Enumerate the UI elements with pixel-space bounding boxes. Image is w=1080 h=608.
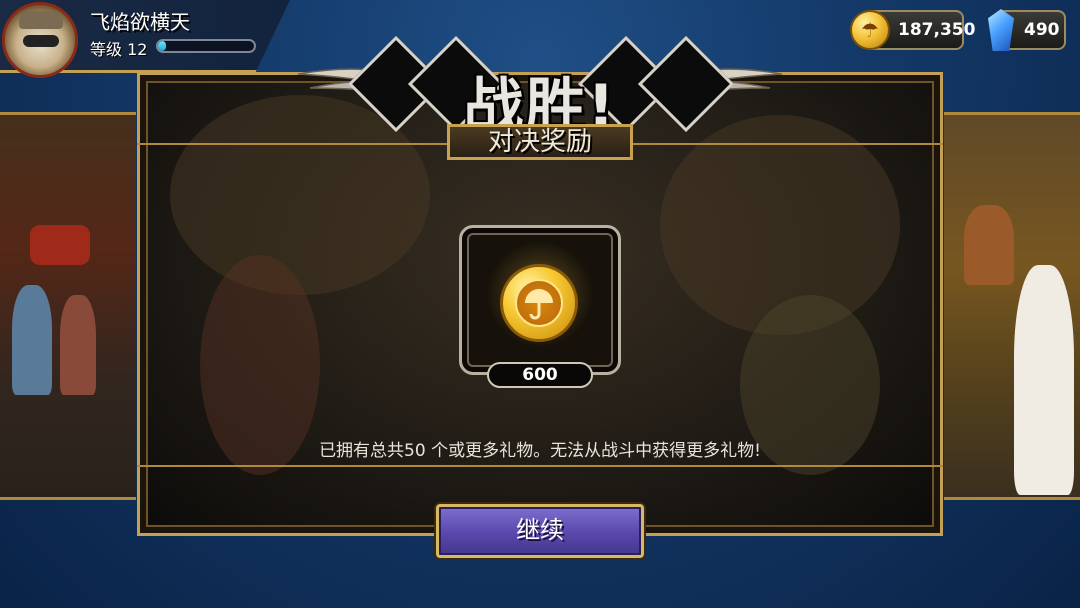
footer-divider <box>137 465 943 467</box>
player-avatar[interactable] <box>2 2 78 78</box>
coin-amount: 187,350 <box>898 20 976 40</box>
player-level: 等级 12 <box>90 36 147 60</box>
xp-progress-fill <box>158 41 166 51</box>
hat-icon <box>19 11 63 29</box>
right-scene-panel <box>944 112 1080 500</box>
umbrella-icon <box>525 289 553 320</box>
continue-button[interactable]: 继续 <box>436 504 644 558</box>
gem-amount: 490 <box>1024 20 1060 40</box>
left-scene-panel <box>0 112 136 500</box>
umbrella-coin-icon <box>500 264 578 342</box>
level-label: 等级 <box>90 40 123 59</box>
victory-header: 战胜! 对决奖励 <box>290 30 790 170</box>
goggles-icon <box>23 35 59 47</box>
subtitle-banner: 对决奖励 <box>447 124 633 160</box>
gift-limit-message: 已拥有总共50 个或更多礼物。无法从战斗中获得更多礼物! <box>319 441 761 461</box>
reward-slot <box>459 225 621 375</box>
level-value: 12 <box>127 40 148 59</box>
xp-progress-bar <box>156 39 256 53</box>
player-name: 飞焰欲横天 <box>90 10 190 34</box>
reward-amount: 600 <box>487 362 593 388</box>
umbrella-coin-icon: ☂ <box>850 10 890 50</box>
